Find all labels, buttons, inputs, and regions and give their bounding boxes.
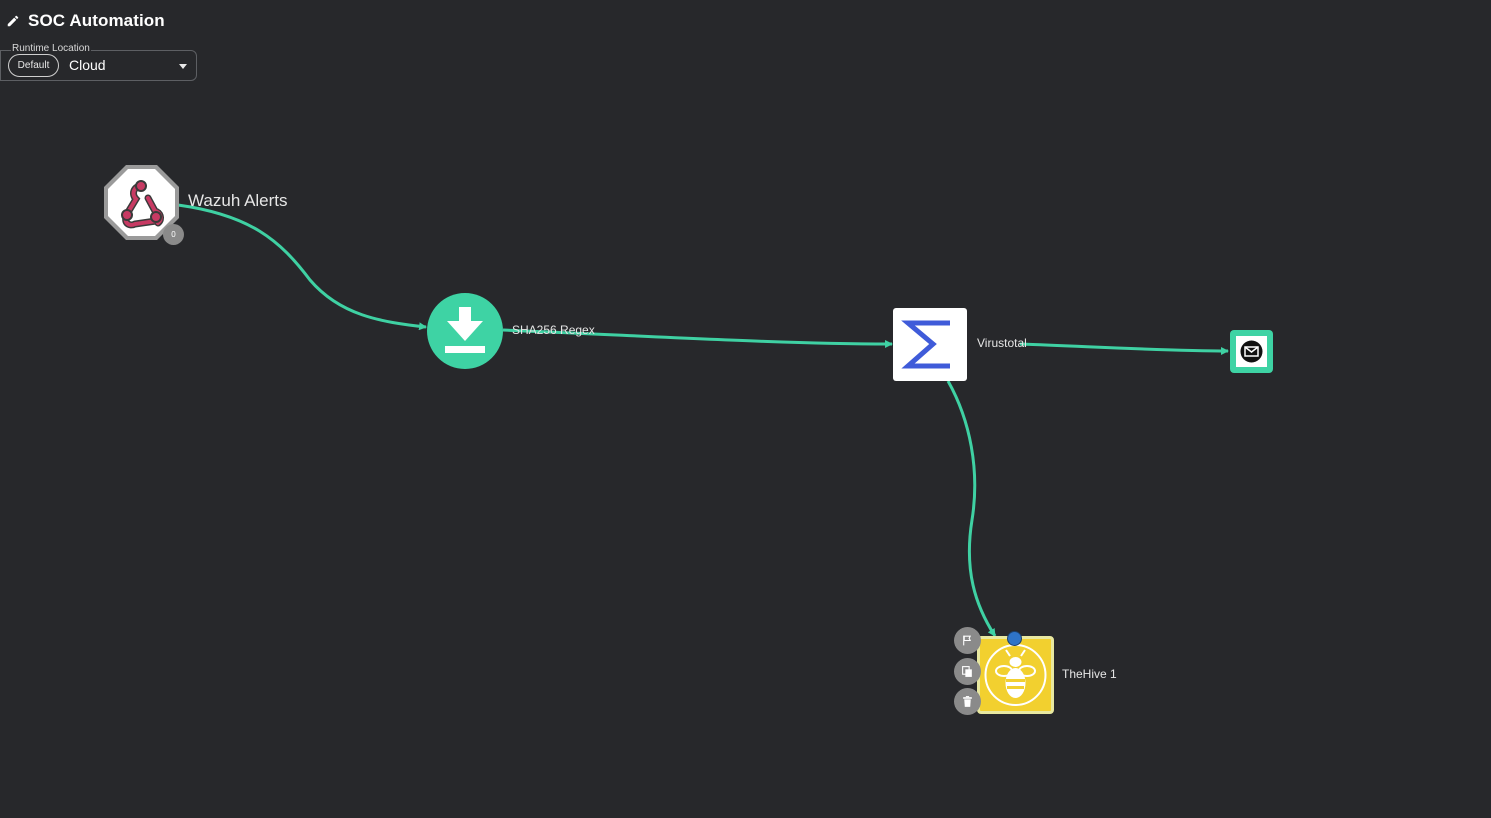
trash-icon <box>963 696 972 707</box>
node-label-wazuh-alerts: Wazuh Alerts <box>188 191 288 210</box>
node-label-sha256-regex: SHA256 Regex <box>512 323 595 337</box>
edge-wazuh-to-regex[interactable] <box>177 203 427 331</box>
node-label-virustotal: Virustotal <box>977 336 1027 350</box>
email-icon <box>1236 336 1267 367</box>
node-virustotal[interactable] <box>893 308 967 381</box>
node-thehive[interactable] <box>977 636 1054 714</box>
bee-icon <box>984 644 1047 706</box>
edge-virustotal-to-thehive[interactable] <box>946 380 997 637</box>
copy-icon <box>962 666 972 677</box>
node-label-thehive: TheHive 1 <box>1062 667 1117 681</box>
flag-button[interactable] <box>954 627 981 654</box>
flag-icon <box>963 635 972 646</box>
node-sha256-regex[interactable] <box>427 293 503 369</box>
node-badge: 0 <box>163 224 184 245</box>
edge-virustotal-to-email[interactable] <box>1019 342 1229 355</box>
download-icon <box>445 307 485 353</box>
workflow-edges <box>177 203 1229 637</box>
node-email[interactable] <box>1230 330 1273 373</box>
selected-dot[interactable] <box>1007 631 1022 646</box>
copy-button[interactable] <box>954 658 981 685</box>
delete-button[interactable] <box>954 688 981 715</box>
sigma-icon <box>901 320 950 369</box>
